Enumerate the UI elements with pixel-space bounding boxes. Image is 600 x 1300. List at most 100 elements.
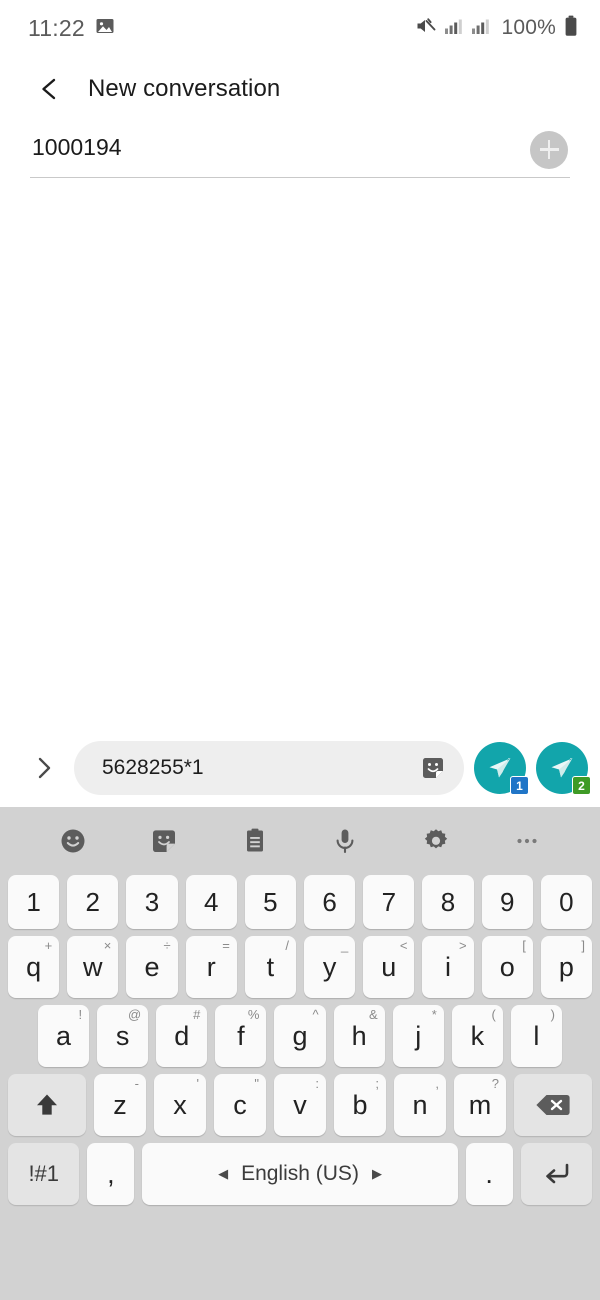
key-u[interactable]: < u: [363, 936, 415, 998]
key-alt-label: <: [399, 938, 408, 953]
chevron-right-icon: [38, 757, 51, 779]
key-label: d: [174, 1020, 190, 1051]
messaging-app-screen: 11:22 100% New conversation 1000194 5628…: [0, 0, 600, 1300]
battery-percent-label: 100%: [501, 16, 556, 39]
key-4[interactable]: 4: [185, 875, 237, 929]
period-key[interactable]: .: [465, 1143, 513, 1205]
app-bar: New conversation: [0, 56, 600, 122]
key-y[interactable]: _ y: [304, 936, 356, 998]
next-language-arrow-icon[interactable]: ▶: [372, 1166, 382, 1182]
space-key[interactable]: ◀ English (US) ▶: [142, 1143, 458, 1205]
message-field[interactable]: [74, 741, 464, 795]
key-q[interactable]: + q: [7, 936, 60, 998]
add-recipient-button[interactable]: [530, 130, 568, 169]
sticker-icon[interactable]: [142, 819, 186, 863]
symbols-key-label: !#1: [28, 1161, 60, 1186]
key-label: l: [533, 1020, 540, 1051]
key-alt-label: ÷: [163, 938, 171, 953]
prev-language-arrow-icon[interactable]: ◀: [218, 1166, 228, 1182]
key-1[interactable]: 1: [7, 875, 60, 929]
key-p[interactable]: ] p: [540, 936, 593, 998]
key-8[interactable]: 8: [422, 875, 474, 929]
key-m[interactable]: ? m: [454, 1074, 506, 1136]
key-alt-label: (: [491, 1007, 496, 1022]
key-o[interactable]: [o: [481, 936, 533, 998]
key-label: 8: [440, 887, 456, 917]
key-x[interactable]: ' x: [154, 1074, 206, 1136]
backspace-key[interactable]: [514, 1074, 592, 1136]
key-k[interactable]: (k: [451, 1005, 503, 1067]
key-alt-label: ?: [491, 1076, 499, 1091]
key-a[interactable]: ! a: [38, 1005, 90, 1067]
key-d[interactable]: # d: [156, 1005, 208, 1067]
signal-bars-icon: [471, 17, 490, 40]
message-input[interactable]: [102, 756, 408, 780]
key-l[interactable]: ) l: [510, 1005, 562, 1067]
key-alt-label: +: [44, 938, 53, 953]
key-label: u: [381, 951, 397, 982]
expand-attachments-button[interactable]: [24, 748, 64, 788]
key-label: 3: [144, 887, 160, 917]
compose-bar: 1 2: [0, 729, 600, 807]
symbols-key[interactable]: !#1: [8, 1143, 80, 1205]
key-h[interactable]: & h: [333, 1005, 385, 1067]
sticker-button[interactable]: [416, 751, 450, 785]
key-s[interactable]: @ s: [97, 1005, 149, 1067]
send-button-sim1[interactable]: 1: [474, 742, 529, 795]
key-i[interactable]: > i: [422, 936, 474, 998]
key-6[interactable]: 6: [304, 875, 356, 929]
more-ellipsis-icon[interactable]: [505, 819, 549, 863]
recipient-section: [0, 122, 600, 184]
enter-key[interactable]: [520, 1143, 593, 1205]
key-7[interactable]: 7: [363, 875, 415, 929]
keyboard-row-bottom: - z ' x " c: v; b, n? m: [0, 1074, 600, 1136]
keyboard-row-top: + q × w ÷ e = r / t _ y < u > i[o] p: [0, 936, 600, 998]
key-label: h: [351, 1020, 367, 1051]
key-alt-label: [: [522, 938, 526, 953]
key-label: 5: [263, 887, 278, 917]
key-label: v: [293, 1089, 307, 1120]
comma-key[interactable]: ,: [87, 1143, 135, 1205]
key-f[interactable]: % f: [215, 1005, 267, 1067]
key-alt-label: ": [254, 1076, 259, 1091]
key-z[interactable]: -z: [94, 1074, 146, 1136]
key-n[interactable]: ,n: [394, 1074, 446, 1136]
key-5[interactable]: 5: [244, 875, 296, 929]
clipboard-icon[interactable]: [233, 819, 277, 863]
shift-key[interactable]: [8, 1074, 86, 1136]
key-label: 2: [85, 887, 101, 917]
back-button[interactable]: [30, 69, 70, 109]
gear-icon[interactable]: [414, 819, 458, 863]
key-t[interactable]: / t: [244, 936, 296, 998]
recipient-input[interactable]: [30, 134, 530, 165]
key-alt-label: ;: [375, 1076, 379, 1091]
key-label: s: [115, 1020, 130, 1051]
key-label: i: [445, 951, 451, 982]
status-clock: 11:22: [28, 14, 85, 41]
key-c[interactable]: " c: [214, 1074, 266, 1136]
key-label: j: [415, 1020, 422, 1051]
send-button-sim2[interactable]: 2: [536, 742, 591, 795]
status-bar-right: 100%: [415, 15, 578, 42]
key-e[interactable]: ÷ e: [126, 936, 178, 998]
key-b[interactable]: ; b: [334, 1074, 386, 1136]
key-r[interactable]: = r: [185, 936, 237, 998]
key-g[interactable]: ^ g: [274, 1005, 326, 1067]
key-label: f: [237, 1020, 245, 1051]
key-3[interactable]: 3: [126, 875, 178, 929]
key-0[interactable]: 0: [540, 875, 593, 929]
key-2[interactable]: 2: [67, 875, 119, 929]
microphone-icon[interactable]: [323, 819, 367, 863]
key-9[interactable]: 9: [481, 875, 533, 929]
key-label: 7: [381, 887, 397, 917]
sim2-badge: 2: [572, 776, 591, 795]
key-w[interactable]: × w: [67, 936, 119, 998]
key-alt-label: ,: [435, 1076, 439, 1091]
key-alt-label: %: [247, 1007, 260, 1022]
key-j[interactable]: * j: [392, 1005, 444, 1067]
emoji-icon[interactable]: [51, 819, 95, 863]
key-label: c: [233, 1089, 247, 1120]
key-alt-label: &: [368, 1007, 378, 1022]
key-alt-label: #: [193, 1007, 201, 1022]
key-v[interactable]: :v: [274, 1074, 326, 1136]
